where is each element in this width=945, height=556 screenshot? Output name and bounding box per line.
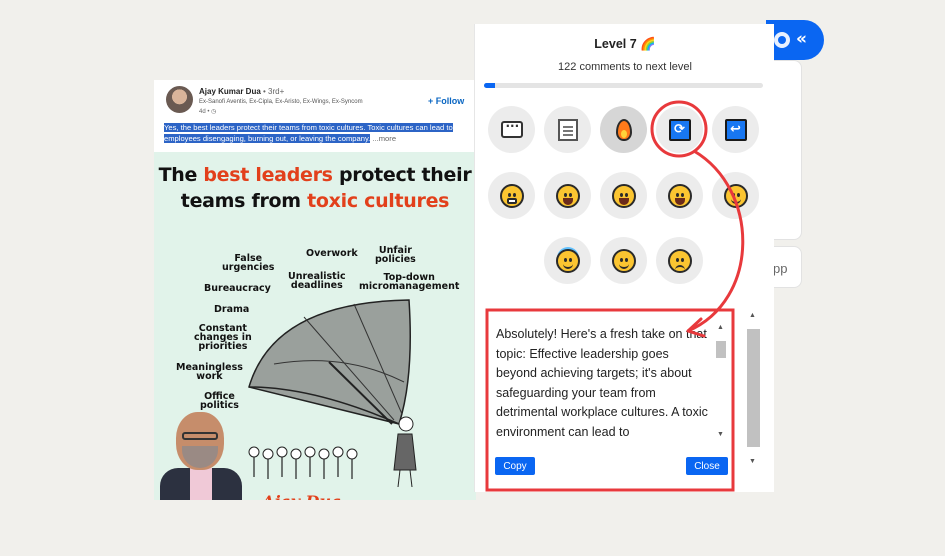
fire-icon [615, 118, 632, 141]
post-age: 4d • [199, 109, 212, 115]
emoji-sweat-smile-button[interactable] [600, 172, 647, 219]
note-button[interactable] [544, 106, 591, 153]
panel-scrollbar-thumb[interactable] [747, 329, 760, 447]
scroll-down-arrow-icon[interactable]: ▼ [717, 431, 724, 438]
smile-emoji-icon [723, 183, 748, 208]
refresh-icon: ⟳ [668, 118, 691, 141]
close-button[interactable]: Close [686, 457, 728, 475]
caption-selected-text: Yes, the best leaders protect their team… [164, 123, 453, 143]
background-pill-label: pp [773, 261, 788, 276]
follow-button[interactable]: + Follow [428, 96, 464, 106]
post-time: 4d • ◷ [199, 108, 216, 115]
textarea-scrollbar[interactable]: ▲ ▼ [715, 324, 727, 446]
regenerate-button[interactable]: ⟳ [656, 106, 703, 153]
author-photo [160, 410, 242, 500]
post-graphic[interactable]: The best leaders protect their teams fro… [154, 152, 476, 500]
author-line: Ajay Kumar Dua • 3rd+ [199, 87, 284, 96]
post-header: Ajay Kumar Dua • 3rd+ Ex-Sanofi Aventis,… [154, 80, 476, 150]
emoji-grin-button[interactable] [488, 172, 535, 219]
upside-down-emoji-icon [667, 248, 692, 273]
robot-icon [772, 30, 792, 50]
fire-button[interactable] [600, 106, 647, 153]
panel-scrollbar[interactable]: ▲ ▼ [746, 312, 760, 472]
linkedin-post: Ajay Kumar Dua • 3rd+ Ex-Sanofi Aventis,… [154, 80, 476, 500]
level-title: Level 7 🌈 [594, 37, 656, 51]
author-headline: Ex-Sanofi Aventis, Ex-Cipla, Ex-Aristo, … [199, 99, 363, 105]
comment-button[interactable] [488, 106, 535, 153]
copy-button[interactable]: Copy [495, 457, 535, 475]
see-more-link[interactable]: ...more [370, 134, 397, 143]
emoji-tears-of-joy-button[interactable] [656, 172, 703, 219]
tears-of-joy-emoji-icon [667, 183, 692, 208]
note-icon [557, 118, 578, 141]
globe-icon: ◷ [211, 109, 217, 115]
scrollbar-thumb[interactable] [716, 341, 726, 358]
halo-emoji-icon [555, 248, 580, 273]
emoji-halo-button[interactable] [544, 237, 591, 284]
generated-comment-textarea[interactable]: Absolutely! Here's a fresh take on that … [496, 325, 708, 444]
next-level-text: 122 comments to next level [558, 61, 692, 73]
connection-degree: • 3rd+ [260, 87, 285, 96]
return-button[interactable]: ↩ [712, 106, 759, 153]
post-caption: Yes, the best leaders protect their team… [164, 122, 469, 144]
squint-laugh-emoji-icon [555, 183, 580, 208]
panel-scroll-down-icon[interactable]: ▼ [749, 458, 756, 465]
sweat-smile-emoji-icon [611, 183, 636, 208]
emoji-upside-down-button[interactable] [656, 237, 703, 284]
comment-icon [500, 119, 523, 138]
double-chevron-left-icon: ‹‹ [796, 29, 807, 49]
emoji-slight-smile-button[interactable] [600, 237, 647, 284]
emoji-squint-button[interactable] [544, 172, 591, 219]
generated-comment-box: Absolutely! Here's a fresh take on that … [487, 310, 733, 490]
slight-smile-emoji-icon [611, 248, 636, 273]
level-progress-bar [484, 83, 763, 88]
grin-emoji-icon [499, 183, 524, 208]
return-icon: ↩ [724, 118, 747, 141]
signature: Ajay Dua [262, 492, 341, 500]
scroll-up-arrow-icon[interactable]: ▲ [717, 324, 724, 331]
author-name[interactable]: Ajay Kumar Dua [199, 87, 261, 96]
panel-scroll-up-icon[interactable]: ▲ [749, 312, 756, 319]
avatar[interactable] [166, 86, 193, 113]
emoji-smile-button[interactable] [712, 172, 759, 219]
